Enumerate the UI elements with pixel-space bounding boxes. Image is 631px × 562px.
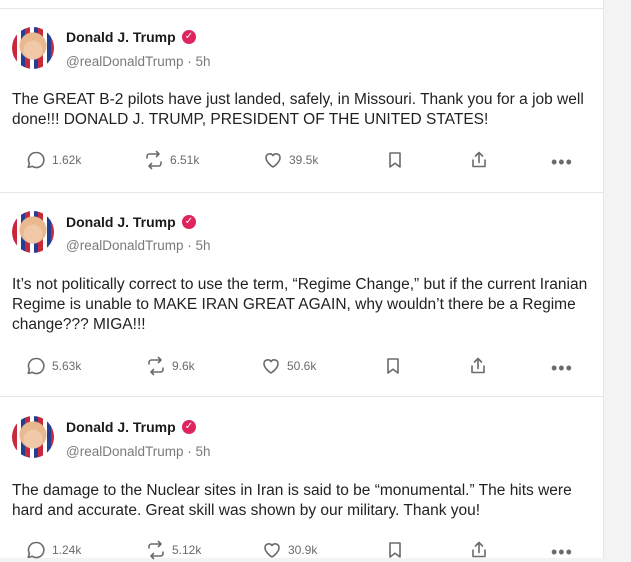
like-button[interactable]: 39.5k [263,149,318,171]
share-icon [472,541,486,558]
reply-count: 1.62k [52,153,82,167]
author-name[interactable]: Donald J. Trump [66,419,176,435]
author-name[interactable]: Donald J. Trump [66,29,176,45]
post-text: It’s not politically correct to use the … [12,276,588,333]
avatar[interactable] [12,211,54,253]
reply-icon [27,541,45,559]
author-handle[interactable]: @realDonaldTrump · 5h [66,238,211,253]
retruth-icon [148,540,164,560]
verified-badge-icon: ✓ [182,420,196,434]
retruth-count: 5.12k [172,543,202,557]
like-button[interactable]: 50.6k [261,355,316,377]
share-icon [472,151,486,168]
avatar[interactable] [12,27,54,69]
reply-button[interactable]: 5.63k [26,355,81,377]
bookmark-icon [387,358,399,374]
share-icon [471,357,485,374]
retruth-count: 9.6k [172,359,195,373]
reply-count: 5.63k [52,359,82,373]
more-options-icon[interactable]: ••• [551,543,573,561]
feed: Donald J. Trump ✓ @realDonaldTrump · 5h … [0,0,604,561]
reply-count: 1.24k [52,543,82,557]
post[interactable]: Donald J. Trump ✓ @realDonaldTrump · 5h … [0,397,603,561]
author-handle[interactable]: @realDonaldTrump · 5h [66,444,211,459]
share-button[interactable] [469,149,489,171]
post[interactable]: Donald J. Trump ✓ @realDonaldTrump · 5h … [0,9,603,193]
reply-button[interactable]: 1.62k [26,149,81,171]
bookmark-button[interactable] [383,355,403,377]
verified-badge-icon: ✓ [182,30,196,44]
retruth-count: 6.51k [170,153,200,167]
post-text: The damage to the Nuclear sites in Iran … [12,482,572,519]
author-handle[interactable]: @realDonaldTrump · 5h [66,54,211,69]
like-count: 30.9k [288,543,318,557]
post-text: The GREAT B-2 pilots have just landed, s… [12,91,584,128]
more-options-icon[interactable]: ••• [551,359,573,377]
more-options-icon[interactable]: ••• [551,153,573,171]
author-name[interactable]: Donald J. Trump [66,214,176,230]
post[interactable]: Donald J. Trump ✓ @realDonaldTrump · 5h … [0,193,603,397]
share-button[interactable] [468,355,488,377]
reply-icon [27,151,45,169]
bookmark-button[interactable] [385,149,405,171]
verified-badge-icon: ✓ [182,215,196,229]
previous-post-edge [0,0,603,9]
like-count: 50.6k [287,359,317,373]
heart-icon [263,359,279,374]
like-count: 39.5k [289,153,319,167]
bookmark-icon [389,152,401,168]
heart-icon [264,543,280,558]
retruth-button[interactable]: 6.51k [144,149,199,171]
avatar[interactable] [12,416,54,458]
retruth-button[interactable]: 9.6k [146,355,195,377]
reply-icon [27,357,45,375]
heart-icon [265,153,281,168]
retruth-icon [146,150,162,170]
bookmark-icon [389,542,401,558]
retruth-icon [148,356,164,376]
